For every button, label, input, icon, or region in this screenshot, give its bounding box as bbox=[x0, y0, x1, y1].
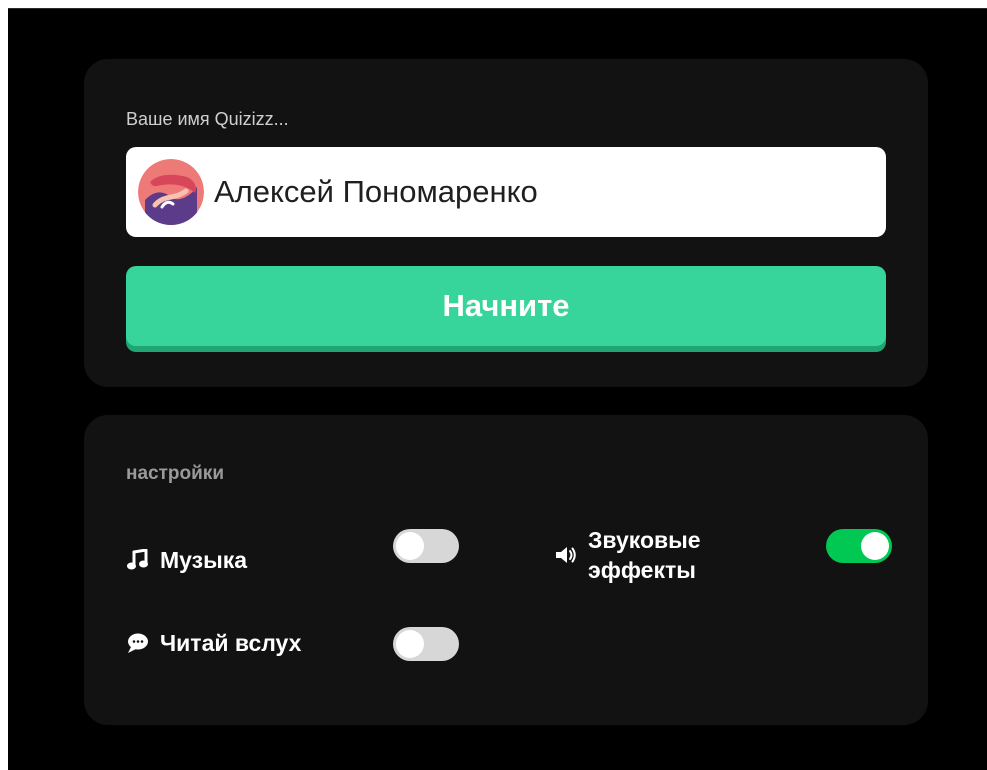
toggle-knob bbox=[396, 532, 424, 560]
name-card: Ваше имя Quizizz... Начните bbox=[84, 59, 928, 387]
setting-music: Музыка bbox=[126, 545, 247, 575]
toggle-knob bbox=[396, 630, 424, 658]
settings-card: настройки Музыка Читай вслух Звуковые эф… bbox=[84, 415, 928, 725]
sound-effects-label-line1: Звуковые bbox=[588, 527, 701, 553]
avatar-illustration-icon bbox=[138, 159, 204, 225]
music-label: Музыка bbox=[160, 547, 248, 573]
music-toggle[interactable] bbox=[393, 529, 459, 563]
setting-read-aloud: Читай вслух bbox=[126, 628, 301, 658]
settings-title: настройки bbox=[126, 463, 224, 484]
speaker-icon bbox=[554, 543, 578, 567]
sound-effects-label: Звуковые эффекты bbox=[588, 525, 701, 585]
name-label: Ваше имя Quizizz... bbox=[126, 109, 289, 129]
sound-effects-toggle[interactable] bbox=[826, 529, 892, 563]
name-field[interactable] bbox=[126, 147, 886, 237]
app-frame: Ваше имя Quizizz... Начните настройки bbox=[8, 8, 987, 770]
sound-effects-label-line2: эффекты bbox=[588, 557, 696, 583]
read-aloud-toggle[interactable] bbox=[393, 627, 459, 661]
start-button[interactable]: Начните bbox=[126, 266, 886, 346]
setting-sound-effects: Звуковые эффекты bbox=[554, 525, 701, 585]
chat-bubble-icon bbox=[126, 631, 150, 655]
music-note-icon bbox=[126, 548, 150, 572]
read-aloud-label: Читай вслух bbox=[160, 630, 302, 656]
toggle-knob bbox=[861, 532, 889, 560]
name-input[interactable] bbox=[214, 174, 854, 210]
